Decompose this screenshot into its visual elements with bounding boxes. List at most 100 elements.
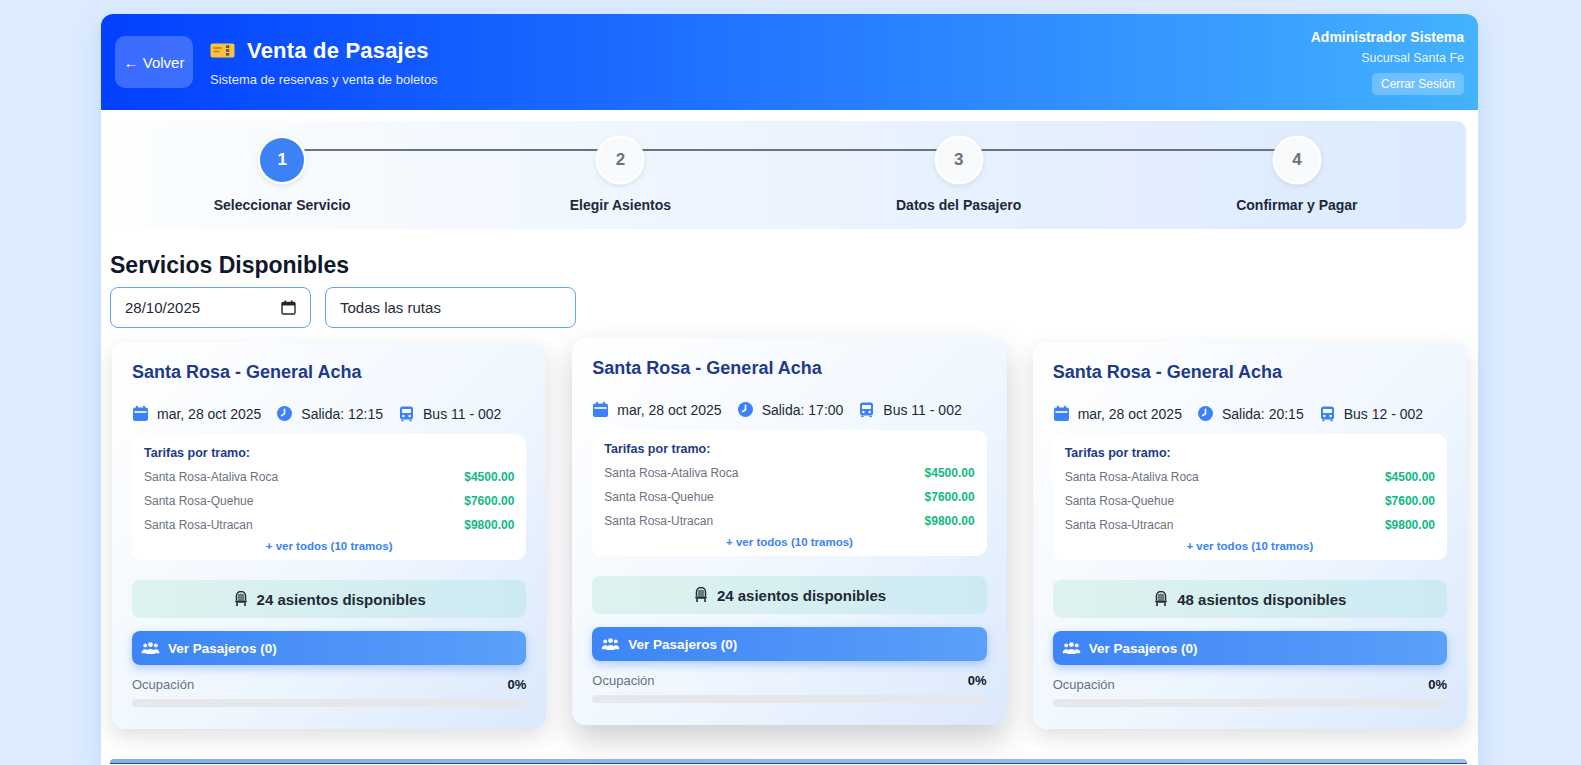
fare-name: Santa Rosa-Ataliva Roca [144, 470, 278, 484]
seats-available-text: 24 asientos disponibles [257, 591, 426, 608]
occupancy-row: Ocupación 0% [132, 677, 526, 692]
header-title-block: Venta de Pasajes Sistema de reservas y v… [210, 38, 438, 87]
service-bus-text: Bus 11 - 002 [883, 402, 961, 418]
fares-list: Santa Rosa-Ataliva Roca$4500.00Santa Ros… [604, 466, 974, 528]
bus-icon [858, 401, 875, 418]
fare-name: Santa Rosa-Quehue [604, 490, 713, 504]
passengers-icon [141, 641, 160, 655]
view-passengers-label: Ver Pasajeros (0) [628, 637, 737, 652]
next-section-header [110, 759, 1467, 764]
service-departure: Salida: 20:15 [1197, 405, 1304, 422]
service-bus-text: Bus 12 - 002 [1344, 406, 1423, 422]
service-card[interactable]: Santa Rosa - General Acha mar, 28 oct 20… [572, 338, 1006, 725]
fare-row: Santa Rosa-Quehue $7600.00 [604, 490, 974, 504]
fare-price: $4500.00 [464, 470, 514, 484]
date-input[interactable]: 28/10/2025 [110, 287, 311, 328]
service-bus: Bus 11 - 002 [398, 405, 501, 422]
seat-icon [693, 587, 709, 603]
passengers-icon [1062, 641, 1081, 655]
fare-row: Santa Rosa-Utracan$9800.00 [1065, 518, 1435, 532]
view-passengers-button[interactable]: Ver Pasajeros (0) [1053, 631, 1447, 665]
filters-row: 28/10/2025 Todas las rutas [110, 287, 1469, 328]
view-passengers-button[interactable]: Ver Pasajeros (0) [132, 631, 526, 665]
fares-box: Tarifas por tramo: Santa Rosa-Ataliva Ro… [592, 430, 986, 556]
fare-price: $4500.00 [1385, 470, 1435, 484]
fare-price: $4500.00 [925, 466, 975, 480]
clock-icon [276, 405, 293, 422]
page-subtitle: Sistema de reservas y venta de boletos [210, 72, 438, 87]
fare-row: Santa Rosa-Quehue$7600.00 [144, 494, 514, 508]
view-passengers-label: Ver Pasajeros (0) [168, 641, 277, 656]
stepper-connector [642, 149, 936, 151]
fares-title: Tarifas por tramo: [604, 442, 974, 456]
stepper-connector [304, 149, 598, 151]
service-departure: Salida: 17:00 [737, 401, 844, 418]
step-label: Seleccionar Servicio [214, 197, 351, 213]
see-all-fares-link[interactable]: + ver todos (10 tramos) [604, 536, 974, 548]
service-departure-text: Salida: 12:15 [301, 406, 383, 422]
see-all-fares-link[interactable]: + ver todos (10 tramos) [1065, 540, 1435, 552]
occupancy-value: 0% [1428, 677, 1447, 692]
occupancy-progress-bar [1053, 699, 1447, 707]
see-all-fares-link[interactable]: + ver todos (10 tramos) [144, 540, 514, 552]
service-departure: Salida: 12:15 [276, 405, 383, 422]
service-meta-row: mar, 28 oct 2025 Salida: 17:00 Bus 11 - … [592, 401, 986, 418]
step-number: 1 [260, 138, 304, 182]
occupancy-value: 0% [968, 673, 987, 688]
service-card[interactable]: Santa Rosa - General Acha mar, 28 oct 20… [1033, 342, 1467, 729]
services-grid: Santa Rosa - General Acha mar, 28 oct 20… [112, 342, 1467, 729]
step-select-service: 1 Seleccionar Servicio [113, 121, 451, 229]
occupancy-label: Ocupación [592, 673, 654, 688]
service-bus: Bus 11 - 002 [858, 401, 961, 418]
service-date-text: mar, 28 oct 2025 [617, 402, 721, 418]
seats-available-text: 48 asientos disponibles [1177, 591, 1346, 608]
fare-row: Santa Rosa-Ataliva Roca $4500.00 [144, 470, 514, 484]
view-passengers-label: Ver Pasajeros (0) [1089, 641, 1198, 656]
fare-row: Santa Rosa-Utracan$9800.00 [604, 514, 974, 528]
step-number: 4 [1275, 138, 1319, 182]
service-date: mar, 28 oct 2025 [132, 405, 261, 422]
occupancy-row: Ocupación 0% [1053, 677, 1447, 692]
seats-available-banner: 24 asientos disponibles [132, 580, 526, 618]
services-heading: Servicios Disponibles [110, 252, 1469, 279]
fare-name: Santa Rosa-Ataliva Roca [1065, 470, 1199, 484]
fares-box: Tarifas por tramo: Santa Rosa-Ataliva Ro… [132, 434, 526, 560]
step-number: 3 [937, 138, 981, 182]
service-meta-row: mar, 28 oct 2025 Salida: 20:15 Bus 12 - … [1053, 405, 1447, 422]
date-value: 28/10/2025 [125, 299, 200, 316]
fare-row: Santa Rosa-Utracan$9800.00 [144, 518, 514, 532]
service-departure-text: Salida: 17:00 [762, 402, 844, 418]
service-card[interactable]: Santa Rosa - General Acha mar, 28 oct 20… [112, 342, 546, 729]
fare-price: $9800.00 [464, 518, 514, 532]
logout-button[interactable]: Cerrar Sesión [1372, 73, 1464, 95]
view-passengers-button[interactable]: Ver Pasajeros (0) [592, 627, 986, 661]
fare-name: Santa Rosa-Quehue [1065, 494, 1174, 508]
fare-price: $7600.00 [925, 490, 975, 504]
calendar-picker-icon[interactable] [281, 300, 296, 315]
fare-name: Santa Rosa-Utracan [1065, 518, 1174, 532]
route-filter-value: Todas las rutas [340, 299, 441, 316]
service-date-text: mar, 28 oct 2025 [157, 406, 261, 422]
calendar-icon [132, 405, 149, 422]
branch-name: Sucursal Santa Fe [1361, 51, 1464, 65]
occupancy-value: 0% [508, 677, 527, 692]
service-bus-text: Bus 11 - 002 [423, 406, 501, 422]
service-bus: Bus 12 - 002 [1319, 405, 1423, 422]
clock-icon [737, 401, 754, 418]
step-number: 2 [598, 138, 642, 182]
step-label: Confirmar y Pagar [1236, 197, 1357, 213]
service-date-text: mar, 28 oct 2025 [1078, 406, 1182, 422]
service-route-title: Santa Rosa - General Acha [592, 358, 986, 379]
route-filter-select[interactable]: Todas las rutas [325, 287, 576, 328]
stepper-connector [981, 149, 1275, 151]
occupancy-progress-bar [592, 695, 986, 703]
fares-box: Tarifas por tramo: Santa Rosa-Ataliva Ro… [1053, 434, 1447, 560]
back-button[interactable]: ← Volver [115, 36, 193, 88]
occupancy-progress-bar [132, 699, 526, 707]
seat-icon [233, 591, 249, 607]
service-route-title: Santa Rosa - General Acha [132, 362, 526, 383]
step-choose-seats: 2 Elegir Asientos [451, 121, 789, 229]
ticket-icon [210, 41, 235, 60]
service-meta-row: mar, 28 oct 2025 Salida: 12:15 Bus 11 - … [132, 405, 526, 422]
calendar-icon [1053, 405, 1070, 422]
